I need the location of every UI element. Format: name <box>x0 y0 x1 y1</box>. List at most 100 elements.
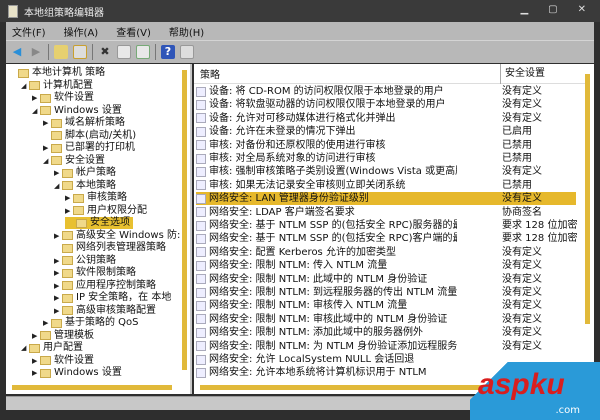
expand-arrow-icon[interactable]: ▶ <box>54 292 62 304</box>
expand-arrow-icon[interactable]: ▶ <box>54 280 62 292</box>
table-row[interactable]: 审核: 对备份和还原权限的使用进行审核 已禁用 <box>196 139 576 152</box>
policy-setting: 没有定义 <box>502 86 542 97</box>
expand-arrow-icon[interactable]: ◢ <box>54 180 62 192</box>
up-folder-icon[interactable] <box>54 45 68 59</box>
tree-item[interactable]: ◢ 安全设置 <box>43 155 105 167</box>
menu-file[interactable]: 文件(F) <box>12 24 46 39</box>
tree-item-label: 软件设置 <box>54 92 94 103</box>
table-row[interactable]: 设备: 将 CD-ROM 的访问权限仅限于本地登录的用户 没有定义 <box>196 85 576 98</box>
folder-icon <box>62 268 73 278</box>
table-row[interactable]: 设备: 允许在未登录的情况下弹出 已启用 <box>196 125 576 138</box>
table-row[interactable]: 审核: 如果无法记录安全审核则立即关闭系统 已禁用 <box>196 179 576 192</box>
expand-arrow-icon[interactable]: ▶ <box>54 255 62 267</box>
expand-arrow-icon[interactable]: ▶ <box>32 367 40 379</box>
tree-item[interactable]: ◢ 本地策略 <box>54 180 116 192</box>
table-row[interactable]: 网络安全: 限制 NTLM: 为 NTLM 身份验证添加远程服务器 没有定义 <box>196 340 576 353</box>
tree-item[interactable]: ▶ 用户权限分配 <box>65 205 147 217</box>
policy-name: 网络安全: 限制 NTLM: 审核传入 NTLM 流量 <box>209 300 408 312</box>
tree-item[interactable]: ▶ 已部署的打印机 <box>43 142 135 154</box>
expand-arrow-icon[interactable]: ▶ <box>32 330 40 342</box>
table-row[interactable]: 审核: 强制审核策略子类别设置(Windows Vista 或更高版... 没有定… <box>196 165 576 178</box>
tree-item[interactable]: 本地计算机 策略 <box>10 67 105 79</box>
table-row[interactable]: 网络安全: 限制 NTLM: 添加此域中的服务器例外 没有定义 <box>196 326 576 339</box>
expand-arrow-icon[interactable]: ▶ <box>32 92 40 104</box>
table-row[interactable]: 网络安全: 限制 NTLM: 到远程服务器的传出 NTLM 流量 没有定义 <box>196 286 576 299</box>
maximize-icon[interactable]: ▢ <box>548 4 557 15</box>
table-row[interactable]: 网络安全: 配置 Kerberos 允许的加密类型 没有定义 <box>196 246 576 259</box>
export-list-icon[interactable] <box>136 45 150 59</box>
expand-arrow-icon[interactable]: ▶ <box>65 192 73 204</box>
menu-view[interactable]: 查看(V) <box>116 24 151 39</box>
tree-item[interactable]: ◢ Windows 设置 <box>32 105 122 117</box>
menu-action[interactable]: 操作(A) <box>64 24 99 39</box>
table-row[interactable]: 设备: 允许对可移动媒体进行格式化并弹出 没有定义 <box>196 112 576 125</box>
tree-item[interactable]: ▶ 帐户策略 <box>54 167 116 179</box>
delete-icon[interactable]: ✖ <box>98 45 112 59</box>
tree-item-label: 软件设置 <box>54 354 94 366</box>
action-pane-icon[interactable] <box>180 45 194 59</box>
expand-arrow-icon[interactable]: ◢ <box>21 342 29 354</box>
tree-item[interactable]: 网络列表管理器策略 <box>54 242 166 254</box>
tree-item-label: 用户权限分配 <box>87 204 147 216</box>
expand-arrow-icon[interactable]: ▶ <box>43 117 51 129</box>
tree-item[interactable]: ▶ 基于策略的 QoS <box>43 317 139 329</box>
expand-arrow-icon[interactable]: ▶ <box>43 317 51 329</box>
help-icon[interactable]: ? <box>161 45 175 59</box>
properties-icon[interactable] <box>117 45 131 59</box>
tree-item[interactable]: 脚本(启动/关机) <box>43 130 136 142</box>
tree-item[interactable]: 安全选项 <box>65 217 133 229</box>
expand-arrow-icon[interactable]: ▶ <box>54 230 62 242</box>
table-row[interactable]: 网络安全: 基于 NTLM SSP 的(包括安全 RPC)服务器的最... 要求 … <box>196 219 577 232</box>
tree-item[interactable]: ▶ 审核策略 <box>65 192 127 204</box>
tree-item[interactable]: ◢ 计算机配置 <box>21 80 93 92</box>
tree-item[interactable]: ◢ 用户配置 <box>21 342 83 354</box>
tree-item[interactable]: ▶ 公钥策略 <box>54 255 116 267</box>
expand-arrow-icon[interactable]: ▶ <box>32 355 40 367</box>
table-row[interactable]: 网络安全: 基于 NTLM SSP 的(包括安全 RPC)客户端的最... 要求 … <box>196 232 578 245</box>
tree-item[interactable]: ▶ 高级安全 Windows 防: <box>54 230 180 242</box>
close-icon[interactable]: ✕ <box>578 4 586 15</box>
tree-item[interactable]: ▶ 软件限制策略 <box>54 267 136 279</box>
tree-horizontal-scrollbar[interactable] <box>12 385 172 390</box>
back-icon[interactable]: ◀ <box>10 45 24 59</box>
column-security-setting[interactable]: 安全设置 <box>500 64 545 84</box>
tree-item[interactable]: ▶ 软件设置 <box>32 355 94 367</box>
expand-arrow-icon[interactable]: ▶ <box>54 305 62 317</box>
expand-arrow-icon[interactable]: ▶ <box>54 267 62 279</box>
menu-help[interactable]: 帮助(H) <box>169 24 204 39</box>
table-row[interactable]: 网络安全: 限制 NTLM: 审核此域中的 NTLM 身份验证 没有定义 <box>196 313 576 326</box>
table-row[interactable]: 网络安全: LAN 管理器身份验证级别 没有定义 <box>196 192 576 206</box>
expand-arrow-icon[interactable]: ▶ <box>65 205 73 217</box>
show-hide-tree-icon[interactable] <box>73 45 87 59</box>
policy-name: 设备: 允许在未登录的情况下弹出 <box>209 126 356 138</box>
watermark-logo: aspku .com <box>470 362 600 420</box>
tree-item[interactable]: ▶ Windows 设置 <box>32 367 122 379</box>
tree-vertical-scrollbar[interactable] <box>182 70 187 370</box>
expand-arrow-icon[interactable]: ▶ <box>43 142 51 154</box>
column-policy[interactable]: 策略 <box>200 66 220 81</box>
policy-setting: 要求 128 位加密 <box>502 233 578 245</box>
list-vertical-scrollbar[interactable] <box>585 74 590 324</box>
expand-arrow-icon[interactable]: ▶ <box>54 167 62 179</box>
table-row[interactable]: 设备: 将软盘驱动器的访问权限仅限于本地登录的用户 没有定义 <box>196 98 576 111</box>
tree-item[interactable]: ▶ 软件设置 <box>32 92 94 104</box>
folder-icon <box>76 218 87 228</box>
table-row[interactable]: 网络安全: 限制 NTLM: 传入 NTLM 流量 没有定义 <box>196 259 576 272</box>
tree-item-label: 软件限制策略 <box>76 267 136 278</box>
expand-arrow-icon[interactable]: ◢ <box>32 105 40 117</box>
tree-item[interactable]: ▶ IP 安全策略，在 本地 <box>54 292 171 304</box>
expand-arrow-icon[interactable]: ◢ <box>43 155 51 167</box>
table-row[interactable]: 网络安全: 限制 NTLM: 此域中的 NTLM 身份验证 没有定义 <box>196 273 576 286</box>
tree-item[interactable]: ▶ 高级审核策略配置 <box>54 305 156 317</box>
policy-name: 网络安全: LDAP 客户端签名要求 <box>209 206 355 218</box>
forward-icon[interactable]: ▶ <box>29 45 43 59</box>
table-row[interactable]: 网络安全: 限制 NTLM: 审核传入 NTLM 流量 没有定义 <box>196 299 576 312</box>
tree-item[interactable]: ▶ 域名解析策略 <box>43 117 125 129</box>
list-horizontal-scrollbar[interactable] <box>200 385 500 390</box>
tree-item[interactable]: ▶ 应用程序控制策略 <box>54 280 156 292</box>
minimize-icon[interactable]: ▁ <box>520 4 528 15</box>
table-row[interactable]: 审核: 对全局系统对象的访问进行审核 已禁用 <box>196 152 576 165</box>
expand-arrow-icon[interactable]: ◢ <box>21 80 29 92</box>
tree-item[interactable]: ▶ 管理模板 <box>32 330 94 342</box>
table-row[interactable]: 网络安全: LDAP 客户端签名要求 协商签名 <box>196 206 576 219</box>
